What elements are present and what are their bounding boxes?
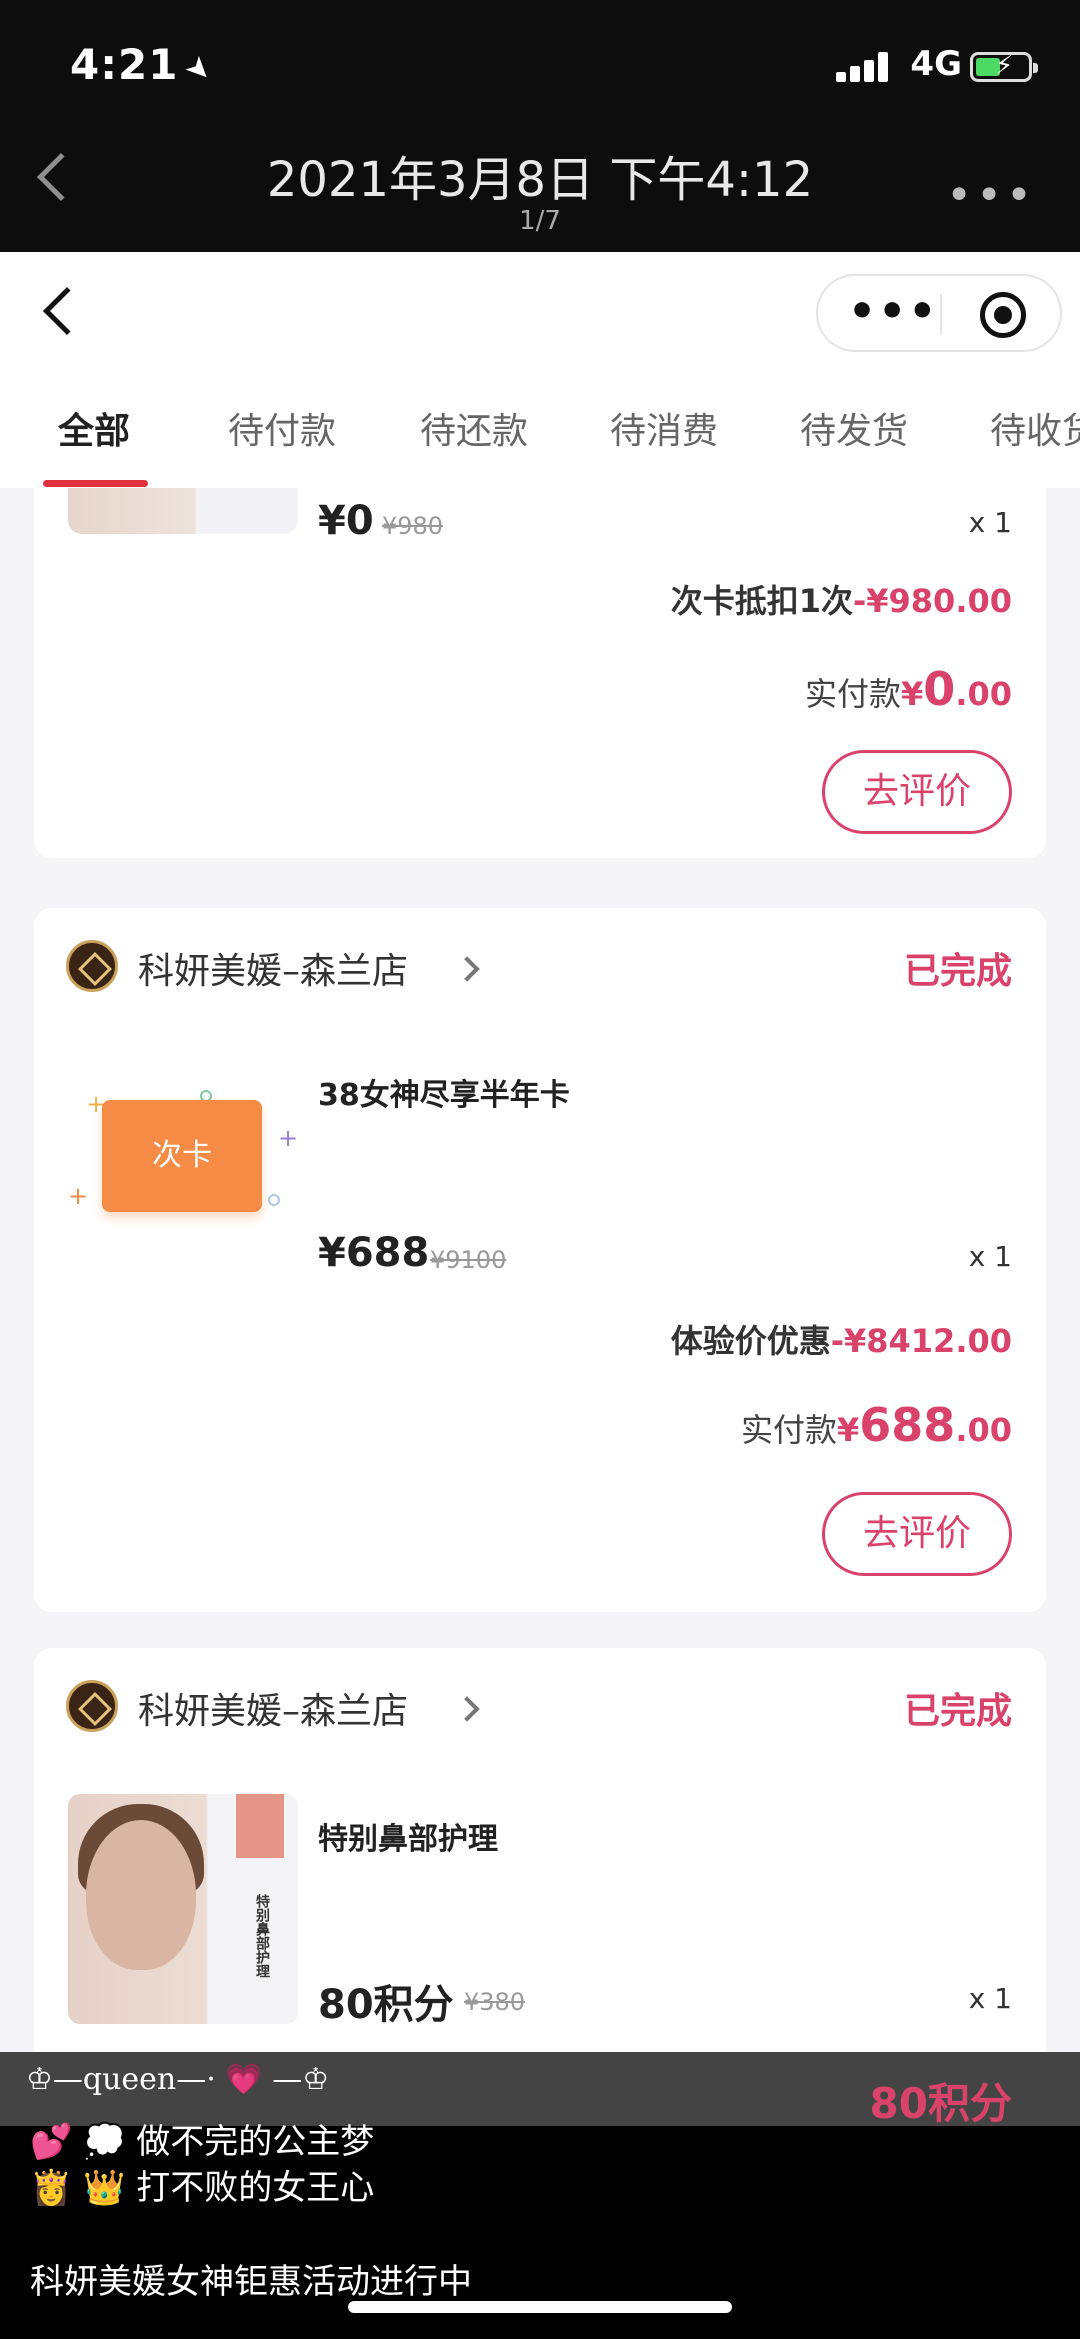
tab-pending-consumption[interactable]: 待消费 (610, 402, 718, 454)
caption-line-4: 科妍美媛女神钜惠活动进行中 (30, 2262, 472, 2302)
status-time-text: 4:21 (70, 40, 179, 89)
order-tabs: 全部 待付款 待还款 待消费 待发货 待收货 (0, 402, 1080, 488)
more-dots-icon[interactable]: ••• (946, 170, 1036, 221)
product-price: ¥688 (318, 1230, 430, 1276)
review-button[interactable]: 去评价 (822, 750, 1012, 834)
tab-pending-shipment[interactable]: 待发货 (800, 402, 908, 454)
paid-amount: 实付款¥0.00 (805, 662, 1012, 716)
status-time: 4:21➤ (70, 40, 221, 91)
discount-label: 次卡抵扣1次 (670, 582, 853, 620)
product-name[interactable]: 38女神尽享半年卡 (318, 1070, 570, 1114)
tab-all[interactable]: 全部 (58, 402, 130, 454)
original-price: ¥9100 (430, 1246, 507, 1274)
product-price: ¥0 (318, 498, 374, 544)
discount-line: 次卡抵扣1次-¥980.00 (671, 576, 1012, 622)
paid-amount: 实付款¥688.00 (741, 1398, 1012, 1452)
quantity: x 1 (968, 1240, 1012, 1273)
active-tab-indicator (43, 480, 148, 487)
order-status: 已完成 (903, 1691, 1012, 1732)
paid-amount: 实付款80积分 (774, 2070, 1012, 2131)
viewer-counter: 1/7 (519, 206, 561, 236)
home-indicator[interactable] (348, 2301, 732, 2313)
order-card: 科妍美媛–森兰店 已完成 + + + 次卡 38女神尽享半年卡 ¥688 ¥91… (34, 908, 1046, 1612)
network-type: 4G (910, 44, 962, 84)
paid-label: 实付款 (773, 2088, 870, 2126)
discount-line: 体验价优惠-¥8412.00 (671, 1316, 1012, 1362)
order-list[interactable]: 水护理 ¥0 ¥980 x 1 次卡抵扣1次-¥980.00 实付款¥0.00 … (0, 488, 1080, 2052)
card-thumb-label: 次卡 (102, 1100, 262, 1212)
review-button[interactable]: 去评价 (822, 1492, 1012, 1576)
paid-label: 实付款 (741, 1411, 838, 1449)
thumb-caption: 特别鼻部护理 (254, 1894, 270, 1978)
quantity: x 1 (968, 1982, 1012, 2015)
tab-pending-repayment[interactable]: 待还款 (420, 402, 528, 454)
chevron-right-icon[interactable] (454, 956, 480, 982)
battery-icon: ⚡ (970, 51, 1038, 82)
photo-viewer-header: 4:21➤ 4G ⚡ 2021年3月8日 下午4:12 1/7 ••• (0, 0, 1080, 252)
caption-line-3: 👸 👑 打不败的女王心 (30, 2168, 375, 2208)
product-thumbnail: + + + 次卡 (68, 1090, 299, 1212)
capsule-button: ••• (816, 274, 1062, 352)
paid-value: 80积分 (869, 2079, 1012, 2128)
order-status: 已完成 (903, 951, 1012, 992)
signal-icon (836, 52, 890, 82)
capsule-divider (940, 294, 942, 334)
location-arrow-icon: ➤ (177, 47, 222, 92)
tab-pending-receipt[interactable]: 待收货 (990, 402, 1080, 454)
back-chevron-icon[interactable] (42, 286, 92, 336)
product-thumbnail: 水护理 (68, 488, 298, 534)
discount-amount: -¥980.00 (852, 582, 1012, 620)
product-thumbnail: 特别鼻部护理 (68, 1794, 298, 2024)
caption-line-1: ♔—queen—· 💗 —♔ (26, 2062, 330, 2097)
product-name[interactable]: 特别鼻部护理 (318, 1814, 498, 1858)
capsule-close-icon[interactable] (980, 292, 1026, 338)
discount-amount: -¥8412.00 (830, 1322, 1012, 1360)
discount-label: 体验价优惠 (670, 1322, 831, 1360)
shop-logo-icon (66, 940, 118, 992)
product-price: 80积分 (318, 1982, 454, 2028)
viewer-title: 2021年3月8日 下午4:12 (266, 152, 814, 208)
shop-logo-icon (66, 1680, 118, 1732)
order-card: 科妍美媛–森兰店 已完成 特别鼻部护理 特别鼻部护理 80积分 ¥380 x 1 (34, 1648, 1046, 2052)
chevron-right-icon[interactable] (454, 1696, 480, 1722)
caption-line-2: 💕 💭 做不完的公主梦 (30, 2122, 375, 2162)
paid-label: 实付款 (805, 675, 902, 713)
capsule-menu-icon[interactable]: ••• (848, 286, 938, 337)
original-price: ¥380 (464, 1988, 526, 2016)
order-card: 水护理 ¥0 ¥980 x 1 次卡抵扣1次-¥980.00 实付款¥0.00 … (34, 488, 1046, 858)
original-price: ¥980 (382, 512, 444, 540)
app-header: ••• 全部 待付款 待还款 待消费 待发货 待收货 (0, 252, 1080, 488)
shop-name[interactable]: 科妍美媛–森兰店 (138, 1682, 408, 1734)
tab-pending-payment[interactable]: 待付款 (228, 402, 336, 454)
shop-name[interactable]: 科妍美媛–森兰店 (138, 942, 408, 994)
quantity: x 1 (968, 506, 1012, 539)
